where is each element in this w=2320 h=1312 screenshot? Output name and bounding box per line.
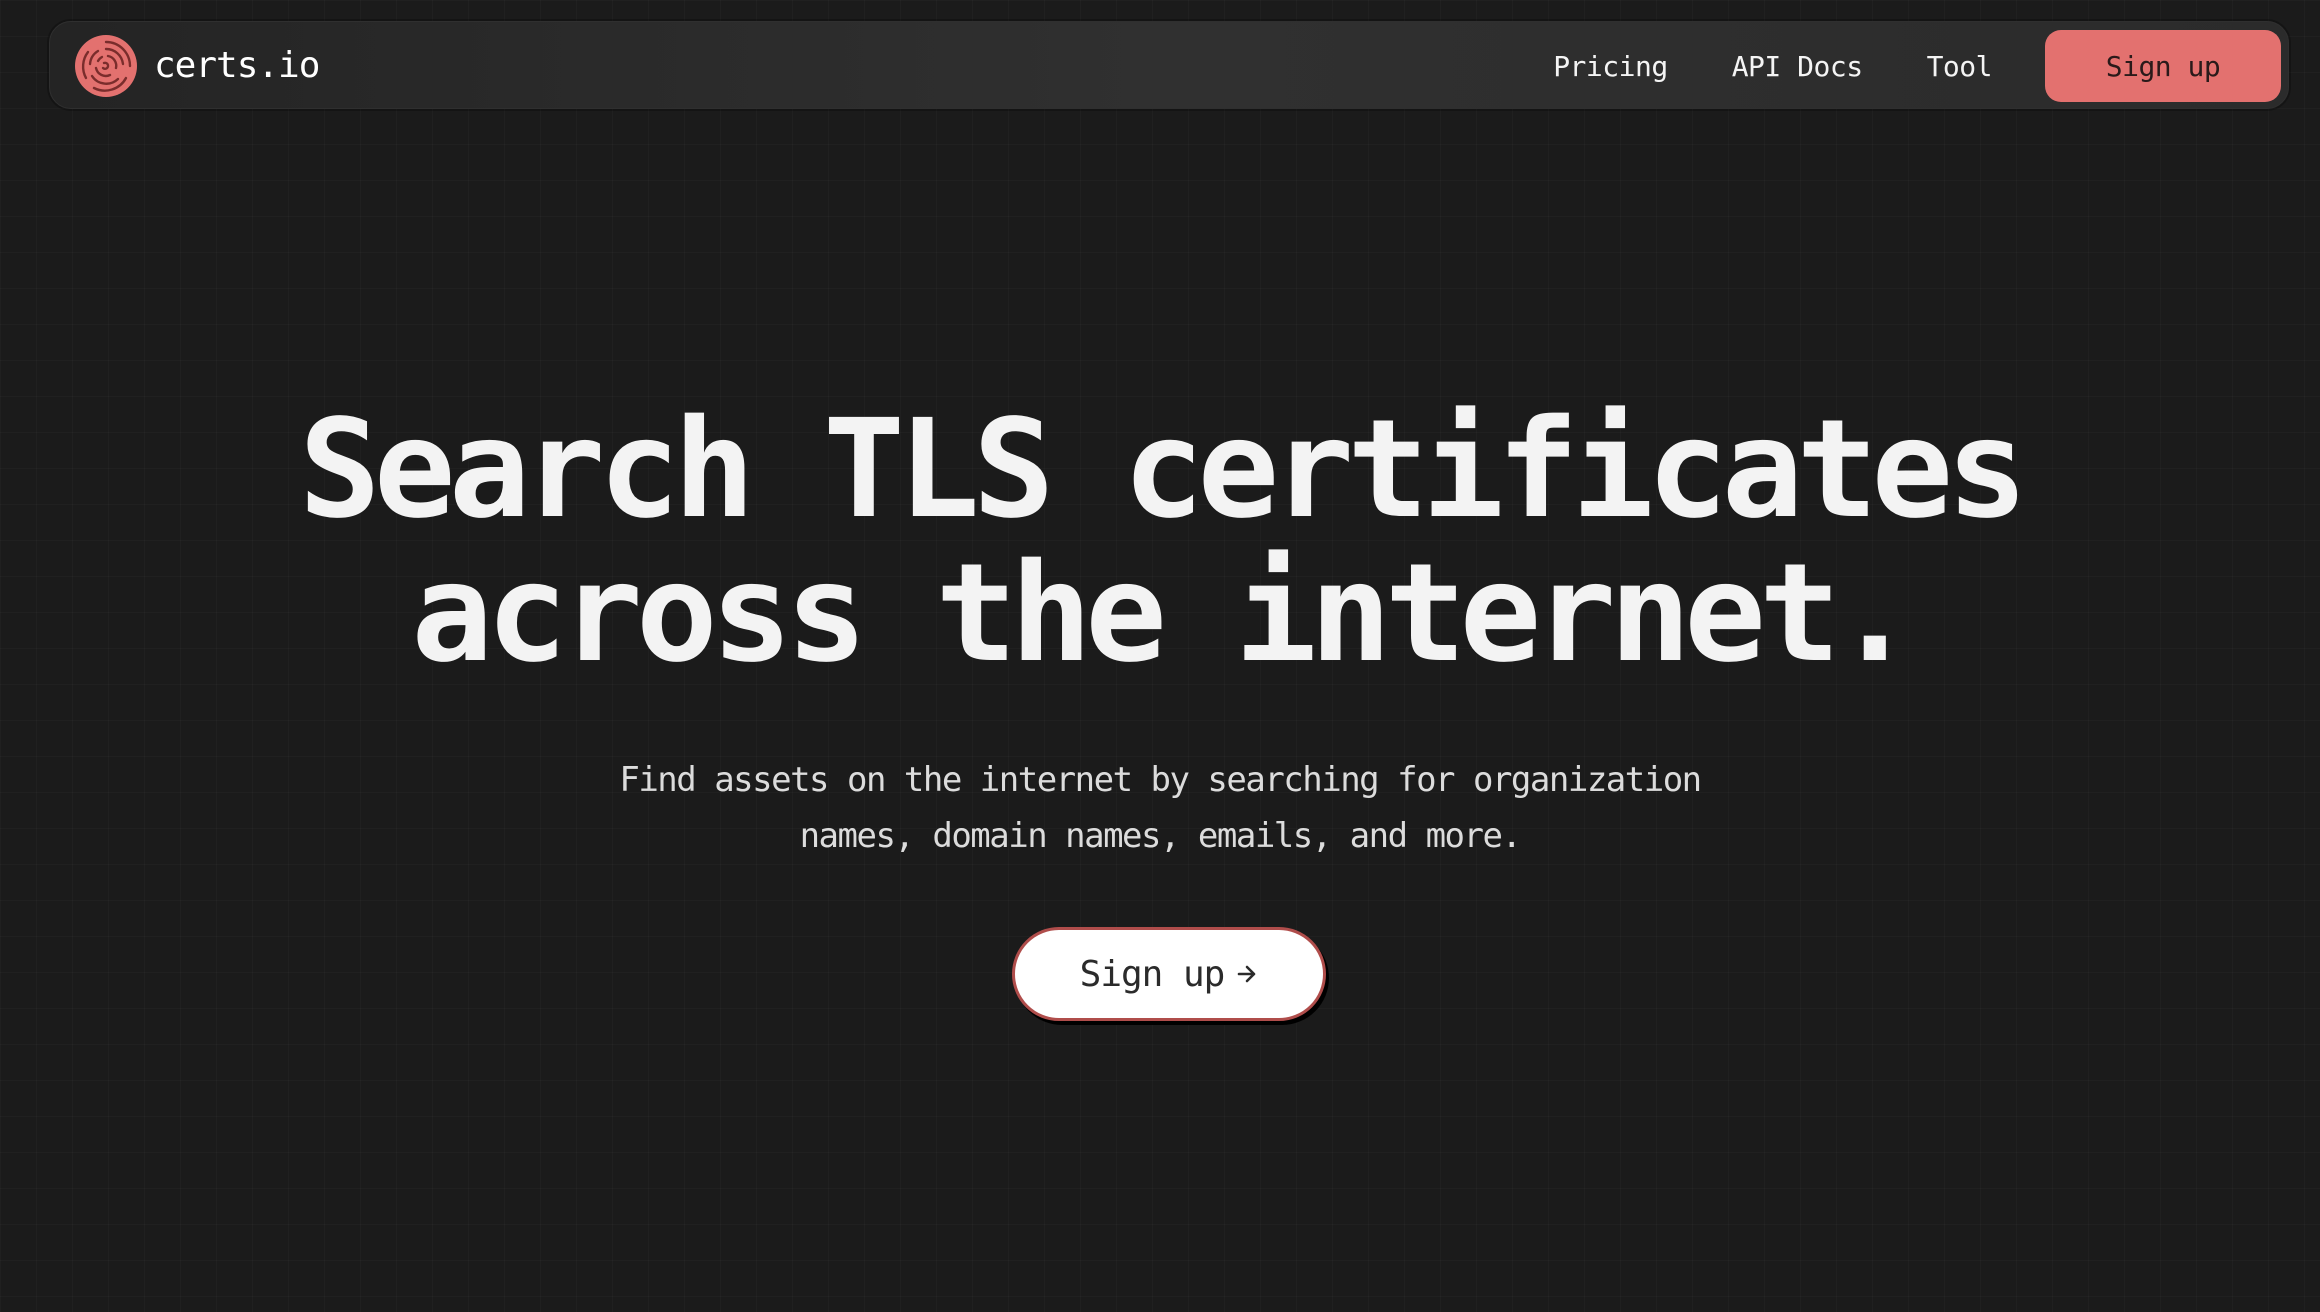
- brand-name: certs.io: [154, 45, 320, 86]
- top-navbar: certs.io Pricing API Docs Tool Sign up: [49, 21, 2289, 109]
- hero-title-line-1: Search TLS certificates: [298, 391, 2028, 549]
- hero-subtitle-line-1: Find assets on the internet by searching…: [619, 760, 1702, 800]
- brand-home-link[interactable]: certs.io: [74, 34, 320, 98]
- hero-subtitle: Find assets on the internet by searching…: [0, 752, 2320, 864]
- arrow-right-icon: [1238, 965, 1256, 983]
- hero-signup-button[interactable]: Sign up: [1012, 927, 1326, 1021]
- nav-signup-label: Sign up: [2105, 49, 2221, 83]
- hero-signup-label: Sign up: [1079, 953, 1226, 995]
- hero-title: Search TLS certificates across the inter…: [0, 398, 2320, 686]
- nav-link-api-docs[interactable]: API Docs: [1732, 50, 1863, 83]
- brand-logo-icon: [75, 35, 137, 97]
- hero-title-line-2: across the internet.: [411, 535, 1916, 693]
- hero-subtitle-line-2: names, domain names, emails, and more.: [799, 816, 1522, 856]
- nav-link-pricing[interactable]: Pricing: [1553, 50, 1668, 83]
- nav-links: Pricing API Docs Tool: [1553, 22, 1992, 110]
- nav-signup-button[interactable]: Sign up: [2045, 30, 2281, 102]
- nav-link-tool[interactable]: Tool: [1927, 50, 1993, 83]
